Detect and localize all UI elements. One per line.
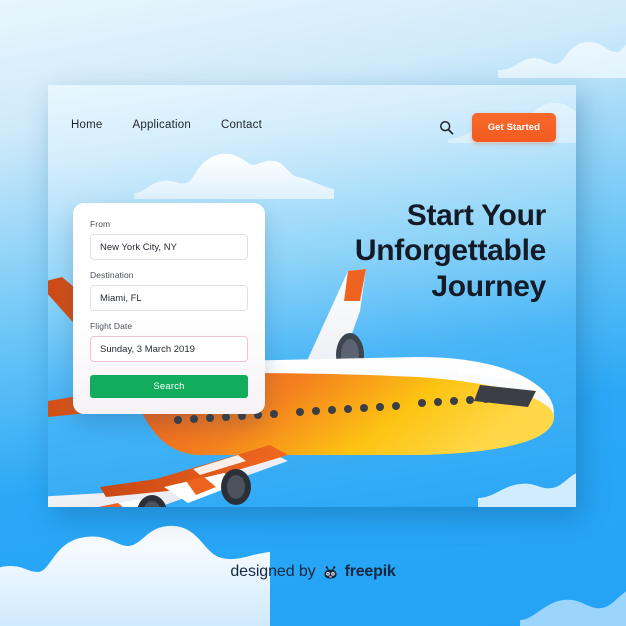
nav-item-home[interactable]: Home [71, 119, 102, 131]
page-root: Home Application Contact Get Started Sta… [0, 0, 626, 626]
footer-brand: freepik [344, 563, 396, 580]
cloud-in-card-lower-right [478, 473, 576, 507]
destination-input[interactable] [90, 285, 248, 311]
hero-card: Home Application Contact Get Started Sta… [48, 85, 576, 507]
from-input[interactable] [90, 234, 248, 260]
headline-line-2: Unforgettable [354, 234, 546, 268]
search-button[interactable]: Search [90, 375, 248, 398]
footer-prefix: designed by [230, 563, 316, 580]
nav-actions: Get Started [439, 113, 556, 142]
search-icon[interactable] [439, 120, 454, 135]
headline-line-1: Start Your [406, 199, 547, 232]
flight-date-label: Flight Date [90, 321, 133, 331]
nav-item-application[interactable]: Application [132, 119, 190, 131]
nav-item-contact[interactable]: Contact [221, 119, 262, 131]
from-label: From [90, 219, 111, 229]
hero-headline: Start Your Unforgettable Journey [246, 198, 546, 304]
cloud-in-card-left [134, 153, 334, 199]
flight-search-form: From Destination Flight Date Search [73, 203, 265, 414]
nav-links: Home Application Contact [71, 119, 262, 131]
freepik-robot-icon [324, 565, 337, 579]
headline-line-3: Journey [431, 269, 546, 303]
get-started-button[interactable]: Get Started [471, 113, 556, 142]
flight-date-input[interactable] [90, 336, 248, 362]
top-navigation: Home Application Contact Get Started [48, 113, 576, 147]
cloud-decoration-top-right [498, 41, 626, 78]
destination-label: Destination [90, 270, 134, 280]
footer-credit: designed by freepik [0, 563, 626, 581]
